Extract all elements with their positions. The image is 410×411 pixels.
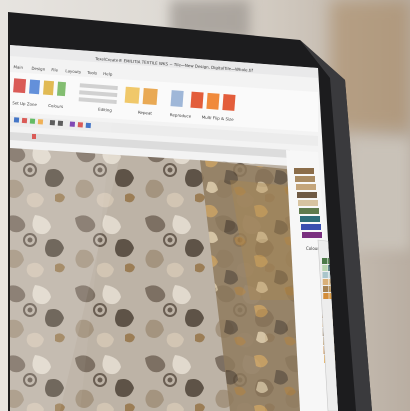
palette-colour-cell[interactable] xyxy=(322,279,329,285)
palette-colour-cell[interactable] xyxy=(322,258,328,264)
colour-swatch[interactable] xyxy=(300,216,320,222)
ribbon-repeat-icon[interactable] xyxy=(170,90,184,108)
colour-swatch[interactable] xyxy=(295,176,315,182)
colour-swatch[interactable] xyxy=(298,200,318,206)
ribbon-flip-icon[interactable] xyxy=(222,94,236,111)
colour-swatch[interactable] xyxy=(301,224,321,230)
colour-swatch[interactable] xyxy=(296,184,316,190)
palette-colour-cell[interactable] xyxy=(322,265,328,271)
colour-swatch[interactable] xyxy=(302,232,322,238)
palette-colour-cell[interactable] xyxy=(322,272,328,278)
palette-colour-cell[interactable] xyxy=(323,286,329,292)
photo-scene: TexelCreate® EMILITIA TEXTILE WKS ~ Tile… xyxy=(0,0,410,411)
colour-swatch[interactable] xyxy=(297,192,317,198)
colour-swatch[interactable] xyxy=(294,168,314,174)
ribbon-brush-icon[interactable] xyxy=(142,88,158,106)
palette-colour-cell[interactable] xyxy=(323,293,329,299)
laptop: TexelCreate® EMILITIA TEXTILE WKS ~ Tile… xyxy=(8,12,372,411)
ribbon-reproduce-icon[interactable] xyxy=(190,91,204,109)
ribbon-edit-icon[interactable] xyxy=(124,86,140,104)
ribbon-multi-icon[interactable] xyxy=(206,92,220,110)
colour-swatch[interactable] xyxy=(299,208,319,214)
